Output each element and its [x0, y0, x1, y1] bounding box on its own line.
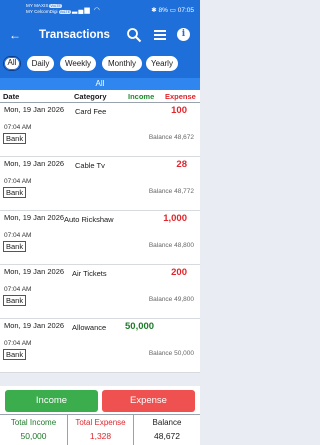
add-expense-button[interactable]: Expense: [102, 390, 195, 412]
transaction-category: Cable Tv: [75, 161, 105, 170]
transaction-time: 07:04 AM: [4, 340, 32, 347]
balance-label: Balance: [152, 418, 182, 427]
info-icon[interactable]: i: [177, 28, 190, 41]
bluetooth-icon: ✱: [151, 7, 157, 14]
transaction-date: Mon, 19 Jan 2026: [4, 105, 65, 114]
column-header: Date Category Income Expense: [0, 90, 200, 103]
account-tag: Bank: [3, 349, 27, 360]
filter-chip-weekly[interactable]: Weekly: [60, 56, 96, 71]
total-income-cell: Total Income 50,000: [0, 415, 67, 445]
transaction-time: 07:04 AM: [4, 286, 32, 293]
transaction-list: Mon, 19 Jan 2026 07:04 AM Bank Card Fee …: [0, 103, 200, 386]
transaction-expense: 28: [176, 159, 187, 170]
total-income-label: Total Income: [10, 418, 57, 427]
menu-icon[interactable]: [153, 27, 167, 43]
filter-chip-monthly[interactable]: Monthly: [102, 56, 142, 71]
transaction-expense: 100: [171, 105, 187, 116]
transaction-income: 50,000: [125, 321, 155, 332]
transaction-expense: 1,000: [163, 213, 187, 224]
column-income: Income: [128, 92, 155, 101]
battery-icon: ▭: [169, 7, 176, 14]
carrier-name-1: MY MAXIS: [26, 3, 49, 8]
running-balance: Balance 49,800: [148, 296, 194, 303]
volte-badge-2: VoLTE: [58, 9, 72, 15]
account-tag: Bank: [3, 187, 27, 198]
column-expense: Expense: [165, 92, 196, 101]
search-icon[interactable]: [126, 27, 142, 43]
transaction-date: Mon, 19 Jan 2026: [4, 321, 65, 330]
account-tag: Bank: [3, 241, 27, 252]
transaction-row[interactable]: Mon, 19 Jan 2026 07:04 AM Bank Card Fee …: [0, 103, 200, 157]
running-balance: Balance 48,672: [148, 134, 194, 141]
carrier-name-2: MY CelcomDigi: [26, 9, 58, 14]
clock: 07:05: [177, 7, 194, 14]
account-tag: Bank: [3, 133, 27, 144]
volte-badge-1: VoLTE: [49, 3, 62, 9]
transaction-category: Allowance: [72, 323, 107, 332]
filter-chip-yearly[interactable]: Yearly: [146, 56, 178, 71]
running-balance: Balance 50,000: [148, 350, 194, 357]
action-buttons: Income Expense: [0, 386, 200, 414]
filter-chip-daily[interactable]: Daily: [27, 56, 54, 71]
transaction-expense: 200: [171, 267, 187, 278]
back-arrow-icon[interactable]: ←: [9, 26, 21, 44]
transaction-category: Air Tickets: [72, 269, 107, 278]
running-balance: Balance 48,800: [148, 242, 194, 249]
transaction-time: 07:04 AM: [4, 232, 32, 239]
total-expense-value: 1,328: [89, 431, 112, 441]
column-date: Date: [3, 92, 20, 101]
transaction-category: Card Fee: [75, 107, 107, 116]
column-category: Category: [74, 92, 107, 101]
balance-value: 48,672: [154, 431, 180, 441]
account-tag: Bank: [3, 295, 27, 306]
transaction-category: Auto Rickshaw: [64, 215, 114, 224]
section-label: All: [0, 78, 200, 90]
transaction-time: 07:04 AM: [4, 178, 32, 185]
transaction-row[interactable]: Mon, 19 Jan 2026 07:04 AM Bank Cable Tv …: [0, 157, 200, 211]
transaction-row[interactable]: Mon, 19 Jan 2026 07:04 AM Bank Allowance…: [0, 319, 200, 373]
carrier-info: MY MAXIS VoLTE MY CelcomDigi VoLTE: [26, 3, 72, 15]
transaction-date: Mon, 19 Jan 2026: [4, 159, 65, 168]
app-bar: ← Transactions i: [0, 22, 200, 50]
signal-icons: ▂▄▆ ◠: [72, 7, 101, 15]
transaction-time: 07:04 AM: [4, 124, 32, 131]
page-title: Transactions: [39, 29, 110, 41]
totals-summary: Total Income 50,000 Total Expense 1,328 …: [0, 414, 200, 445]
status-right: ✱ 8% ▭ 07:05: [151, 7, 194, 15]
running-balance: Balance 48,772: [148, 188, 194, 195]
transaction-row[interactable]: Mon, 19 Jan 2026 07:04 AM Bank Auto Rick…: [0, 211, 200, 265]
total-income-value: 50,000: [20, 431, 47, 441]
filter-chip-all[interactable]: All: [3, 56, 21, 71]
battery-level: 8%: [158, 7, 168, 14]
status-bar: MY MAXIS VoLTE MY CelcomDigi VoLTE ▂▄▆ ◠ ✱…: [0, 0, 200, 22]
transaction-row[interactable]: Mon, 19 Jan 2026 07:04 AM Bank Air Ticke…: [0, 265, 200, 319]
period-filter-bar: All Daily Weekly Monthly Yearly: [0, 50, 200, 78]
total-expense-cell: Total Expense 1,328: [67, 415, 133, 445]
transaction-date: Mon, 19 Jan 2026: [4, 267, 65, 276]
add-income-button[interactable]: Income: [5, 390, 98, 412]
signal-icon: ▂▄▆: [72, 7, 91, 14]
wifi-icon: ◠: [93, 7, 101, 14]
total-expense-label: Total Expense: [75, 418, 126, 427]
balance-cell: Balance 48,672: [133, 415, 200, 445]
